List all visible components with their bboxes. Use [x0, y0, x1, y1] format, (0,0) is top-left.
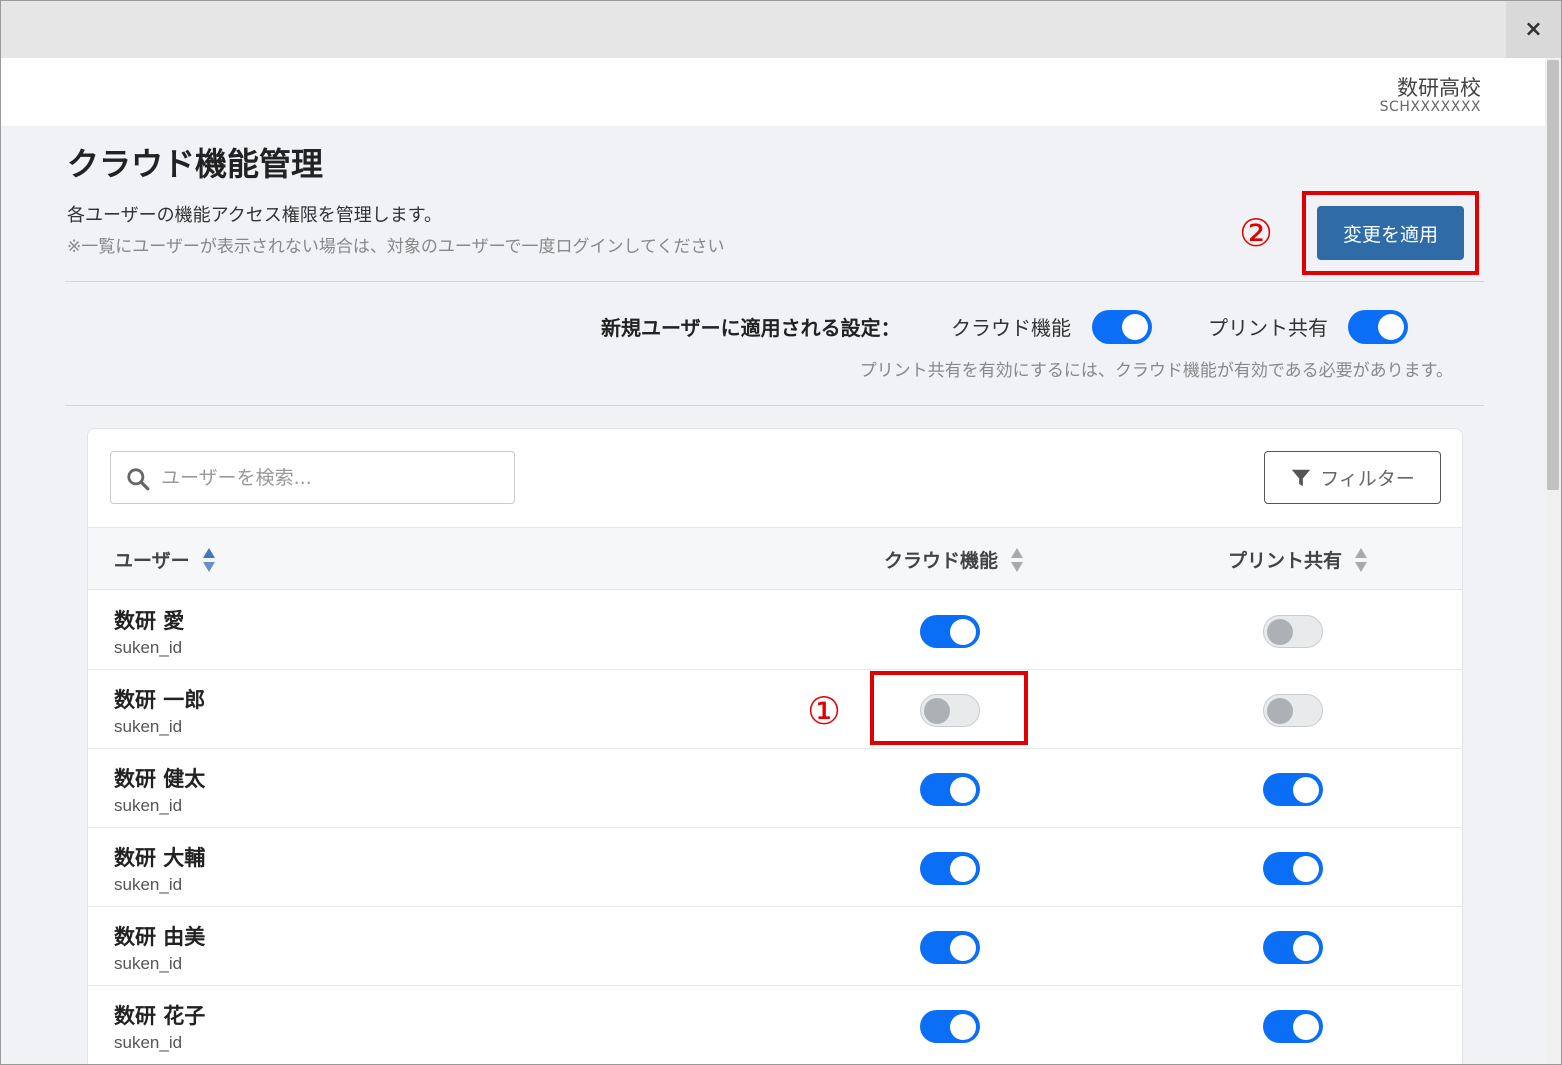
print-toggle[interactable]	[1263, 694, 1323, 727]
user-name: 数研 由美	[114, 925, 206, 949]
school-header: 数研高校 SCHXXXXXXX	[1, 58, 1546, 126]
table-row: 数研 健太 suken_id	[88, 749, 1462, 828]
table-row: 数研 由美 suken_id	[88, 907, 1462, 986]
user-name: 数研 愛	[114, 609, 185, 633]
divider-bottom	[65, 405, 1484, 406]
cloud-toggle[interactable]	[920, 931, 980, 964]
toggle-knob	[1378, 314, 1404, 340]
table-row: 数研 愛 suken_id	[88, 591, 1462, 670]
defaults-print-toggle[interactable]	[1348, 310, 1408, 344]
toggle-knob	[1293, 1014, 1319, 1040]
title-bar	[1, 1, 1561, 58]
school-code: SCHXXXXXXX	[1379, 99, 1481, 115]
column-user-label: ユーザー	[114, 550, 190, 572]
print-toggle[interactable]	[1263, 1010, 1323, 1043]
table-row: 数研 花子 suken_id	[88, 986, 1462, 1064]
filter-label: フィルター	[1320, 468, 1415, 490]
divider-top	[65, 281, 1484, 282]
toggle-knob	[950, 856, 976, 882]
table-row: 数研 大輔 suken_id	[88, 828, 1462, 907]
toggle-knob	[1293, 856, 1319, 882]
print-toggle[interactable]	[1263, 931, 1323, 964]
sort-icon	[202, 547, 215, 572]
toggle-knob	[1293, 777, 1319, 803]
page-note: ※一覧にユーザーが表示されない場合は、対象のユーザーで一度ログインしてください	[67, 237, 725, 257]
close-button[interactable]: ×	[1506, 1, 1561, 58]
vertical-scrollbar[interactable]	[1545, 58, 1561, 1064]
toggle-knob	[1293, 935, 1319, 961]
close-icon: ×	[1524, 17, 1543, 42]
user-table-card: フィルター ユーザー クラウド機能 プリント共有	[87, 428, 1463, 1064]
cloud-toggle[interactable]	[920, 773, 980, 806]
toggle-knob	[950, 1014, 976, 1040]
search-icon	[127, 468, 150, 491]
user-name: 数研 花子	[114, 1004, 206, 1028]
dialog-window: × 数研高校 SCHXXXXXXX クラウド機能管理 各ユーザーの機能アクセス権…	[0, 0, 1562, 1065]
scrollbar-thumb[interactable]	[1547, 60, 1559, 490]
toggle-knob	[950, 619, 976, 645]
apply-changes-button[interactable]: 変更を適用	[1317, 206, 1464, 260]
table-row: 数研 一郎 suken_id	[88, 670, 1462, 749]
sort-icon	[1355, 547, 1368, 572]
user-id: suken_id	[114, 954, 183, 973]
column-print-label: プリント共有	[1228, 550, 1343, 572]
search-input[interactable]	[161, 462, 501, 494]
defaults-label: 新規ユーザーに適用される設定：	[601, 316, 901, 340]
user-id: suken_id	[114, 796, 183, 815]
toggle-knob	[1122, 314, 1148, 340]
cloud-toggle[interactable]	[920, 1010, 980, 1043]
table-header: ユーザー クラウド機能 プリント共有	[88, 527, 1462, 590]
filter-icon	[1292, 469, 1311, 486]
filter-button[interactable]: フィルター	[1264, 451, 1441, 504]
cloud-toggle[interactable]	[920, 852, 980, 885]
user-id: suken_id	[114, 638, 183, 657]
page-description: 各ユーザーの機能アクセス権限を管理します。	[67, 205, 442, 226]
user-id: suken_id	[114, 875, 183, 894]
toggle-highlight-box	[870, 671, 1028, 745]
toggle-knob	[1267, 698, 1293, 724]
defaults-print-label: プリント共有	[1208, 316, 1328, 340]
user-id: suken_id	[114, 717, 183, 736]
user-name: 数研 大輔	[114, 846, 206, 870]
apply-highlight-box: 変更を適用	[1302, 191, 1479, 275]
toggle-knob	[1267, 619, 1293, 645]
print-toggle[interactable]	[1263, 852, 1323, 885]
print-toggle[interactable]	[1263, 773, 1323, 806]
sort-icon	[1011, 547, 1024, 572]
user-name: 数研 一郎	[114, 688, 206, 712]
column-header-cloud[interactable]: クラウド機能	[884, 546, 1024, 573]
search-box[interactable]	[110, 451, 515, 504]
column-cloud-label: クラウド機能	[884, 550, 999, 572]
page-title: クラウド機能管理	[67, 145, 324, 183]
school-name: 数研高校	[1397, 76, 1481, 100]
print-toggle[interactable]	[1263, 615, 1323, 648]
step-2-marker: ②	[1239, 211, 1274, 255]
user-name: 数研 健太	[114, 767, 206, 791]
step-1-marker: ①	[807, 689, 842, 733]
defaults-cloud-toggle[interactable]	[1092, 310, 1152, 344]
defaults-note: プリント共有を有効にするには、クラウド機能が有効である必要があります。	[859, 361, 1453, 381]
defaults-cloud-label: クラウド機能	[951, 316, 1071, 340]
column-header-print[interactable]: プリント共有	[1228, 546, 1368, 573]
user-id: suken_id	[114, 1033, 183, 1052]
toggle-knob	[950, 935, 976, 961]
cloud-toggle[interactable]	[920, 615, 980, 648]
column-header-user[interactable]: ユーザー	[114, 546, 216, 573]
toggle-knob	[950, 777, 976, 803]
